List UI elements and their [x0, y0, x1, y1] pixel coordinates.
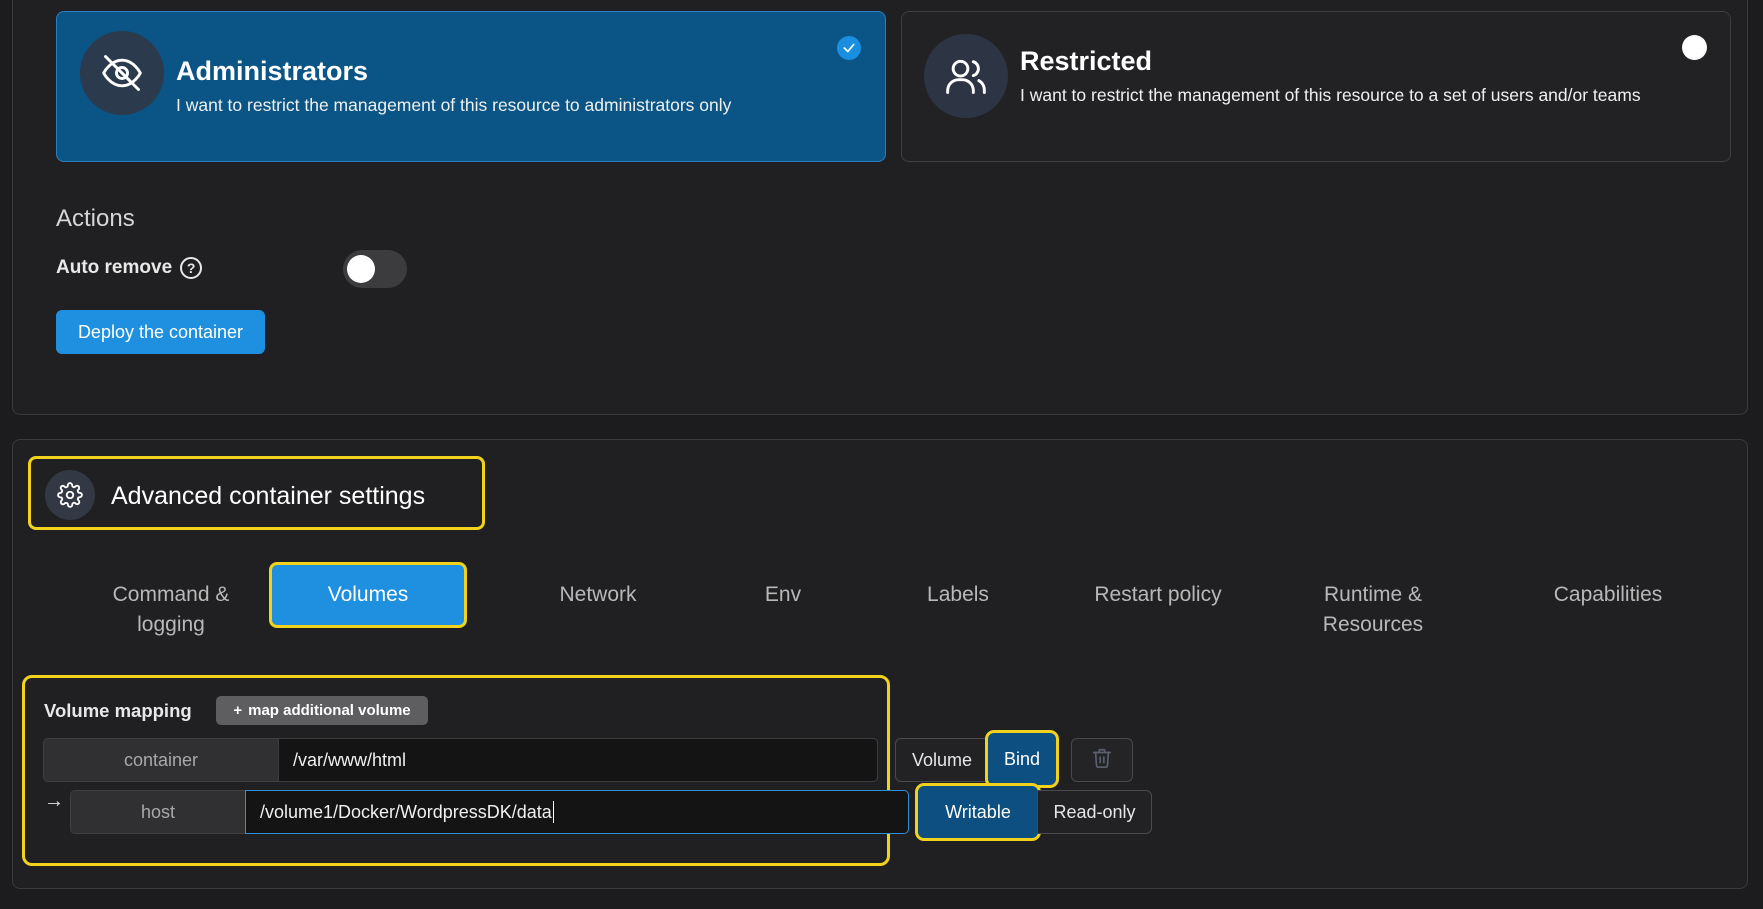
tab-runtime-resources[interactable]: Runtime & Resources — [1293, 580, 1453, 640]
gear-icon — [45, 470, 95, 520]
access-card-administrators[interactable]: Administrators I want to restrict the ma… — [56, 11, 886, 162]
tab-volumes[interactable]: Volumes — [269, 562, 467, 628]
card-description: I want to restrict the management of thi… — [1020, 85, 1641, 105]
card-description: I want to restrict the management of thi… — [176, 95, 732, 115]
tab-restart-policy[interactable]: Restart policy — [1073, 580, 1243, 610]
selected-check-icon — [837, 36, 861, 60]
volume-mapping-label: Volume mapping — [44, 700, 192, 721]
map-additional-volume-button[interactable]: + map additional volume — [216, 696, 428, 725]
card-title: Restricted — [1020, 46, 1153, 76]
actions-heading: Actions — [56, 205, 135, 232]
mode-read-only-button[interactable]: Read-only — [1037, 790, 1152, 834]
tab-capabilities[interactable]: Capabilities — [1528, 580, 1688, 610]
tab-env[interactable]: Env — [733, 580, 833, 610]
volume-type-volume-button[interactable]: Volume — [895, 738, 989, 782]
eye-off-icon — [80, 31, 164, 115]
auto-remove-text: Auto remove — [56, 257, 173, 278]
remove-volume-button[interactable] — [1071, 738, 1133, 782]
help-circle-icon[interactable]: ? — [180, 257, 203, 279]
host-path-value: /volume1/Docker/WordpressDK/data — [260, 801, 552, 822]
advanced-settings-panel: Advanced container settings Command & lo… — [12, 439, 1748, 889]
advanced-settings-title: Advanced container settings — [111, 482, 426, 510]
host-path-input[interactable]: /volume1/Docker/WordpressDK/data — [245, 790, 909, 834]
tab-command-logging[interactable]: Command & logging — [91, 580, 251, 640]
arrow-right-icon: → — [44, 790, 64, 812]
tab-network[interactable]: Network — [533, 580, 663, 610]
host-addon: host — [70, 790, 246, 834]
volume-type-bind-button[interactable]: Bind — [985, 730, 1059, 788]
map-additional-volume-label: map additional volume — [248, 702, 411, 719]
auto-remove-label: Auto remove ? — [56, 257, 203, 279]
container-path-input[interactable]: /var/www/html — [278, 738, 878, 782]
advanced-settings-header[interactable]: Advanced container settings — [28, 456, 485, 530]
toggle-knob — [347, 255, 375, 283]
auto-remove-toggle[interactable] — [343, 250, 407, 288]
access-control-panel: Administrators I want to restrict the ma… — [12, 0, 1748, 415]
users-icon — [924, 34, 1008, 118]
radio-button[interactable] — [1682, 35, 1707, 60]
card-title: Administrators — [176, 56, 369, 86]
text-caret — [552, 801, 554, 823]
container-addon: container — [43, 738, 279, 782]
mode-writable-button[interactable]: Writable — [915, 783, 1041, 841]
access-card-restricted[interactable]: Restricted I want to restrict the manage… — [901, 11, 1731, 162]
plus-icon: + — [233, 702, 243, 719]
deploy-container-button[interactable]: Deploy the container — [56, 310, 265, 354]
tab-labels[interactable]: Labels — [898, 580, 1018, 610]
trash-icon — [1091, 747, 1113, 774]
